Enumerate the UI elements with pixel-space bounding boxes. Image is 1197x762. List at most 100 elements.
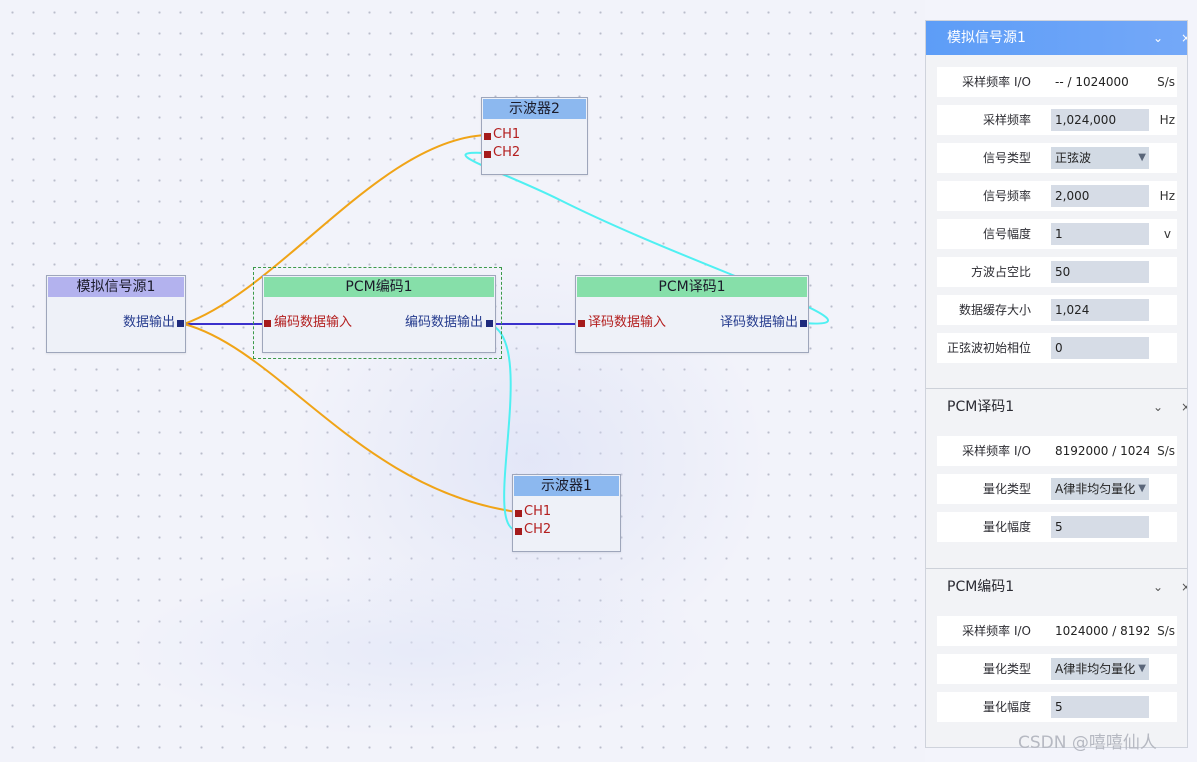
source-output-label: 数据输出 xyxy=(122,315,175,330)
section-divider xyxy=(926,568,1187,569)
sample-rate-input[interactable]: 1,024,000 xyxy=(1051,109,1149,131)
encoder-row-quant-type: 量化类型 A律非均匀量化 ▼ xyxy=(937,654,1177,684)
section-divider xyxy=(926,388,1187,389)
encoder-row-quant-amp: 量化幅度 5 xyxy=(937,692,1177,722)
scope1-ch2-port[interactable] xyxy=(515,528,522,535)
scope1-ch1-port[interactable] xyxy=(515,510,522,517)
dropdown-arrow-icon: ▼ xyxy=(1138,663,1146,674)
row-label: 采样频率 I/O xyxy=(962,624,1031,638)
source-section-header[interactable]: 模拟信号源1 ⌄ × xyxy=(926,21,1187,55)
decoder-input-port[interactable] xyxy=(578,320,585,327)
decoder-node[interactable]: PCM译码1 译码数据输入 译码数据输出 xyxy=(575,275,809,353)
signal-type-value: 正弦波 xyxy=(1055,151,1092,165)
scope1-ch1-label: CH1 xyxy=(524,504,552,519)
watermark: CSDN @嘻嘻仙人 xyxy=(1018,733,1157,753)
encoder-node[interactable]: PCM编码1 编码数据输入 编码数据输出 xyxy=(262,275,496,353)
decoder-section-title: PCM译码1 xyxy=(947,399,1015,415)
row-label: 正弦波初始相位 xyxy=(946,341,1031,355)
encoder-input-port[interactable] xyxy=(264,320,271,327)
source-row-signal-type: 信号类型 正弦波 ▼ xyxy=(937,143,1177,173)
source-row-sample-rate: 采样频率 1,024,000 Hz xyxy=(937,105,1177,135)
quantization-type-value: A律非均匀量化 xyxy=(1055,662,1136,676)
scope2-ch2-port[interactable] xyxy=(484,151,491,158)
row-label: 方波占空比 xyxy=(970,265,1031,279)
scope2-node[interactable]: 示波器2 CH1 CH2 xyxy=(481,97,588,175)
wires-layer xyxy=(183,134,830,531)
encoder-node-title: PCM编码1 xyxy=(264,277,494,297)
close-icon[interactable]: × xyxy=(1176,390,1187,424)
decoder-section-header[interactable]: PCM译码1 ⌄ × xyxy=(926,390,1187,424)
source-output-port[interactable] xyxy=(177,320,184,327)
source-node[interactable]: 模拟信号源1 数据输出 xyxy=(46,275,186,353)
dropdown-arrow-icon: ▼ xyxy=(1138,152,1146,163)
row-unit: S/s xyxy=(1157,624,1175,638)
row-unit: v xyxy=(1163,227,1171,241)
source-row-io: 采样频率 I/O -- / 1024000 S/s xyxy=(937,67,1177,97)
scope1-node-title: 示波器1 xyxy=(514,476,619,496)
dropdown-arrow-icon: ▼ xyxy=(1138,483,1146,494)
decoder-input-label: 译码数据输入 xyxy=(588,315,667,330)
close-icon[interactable]: × xyxy=(1176,570,1187,604)
encoder-row-io: 采样频率 I/O 1024000 / 81920 S/s xyxy=(937,616,1177,646)
row-unit: S/s xyxy=(1157,444,1175,458)
encoder-output-port[interactable] xyxy=(486,320,493,327)
row-value: 8192000 / 10240 xyxy=(1055,444,1149,458)
source-row-phase: 正弦波初始相位 0 xyxy=(937,333,1177,363)
close-icon[interactable]: × xyxy=(1176,21,1187,55)
row-label: 信号类型 xyxy=(982,151,1031,165)
scope2-node-title: 示波器2 xyxy=(483,99,586,119)
quantization-amplitude-input[interactable]: 5 xyxy=(1051,516,1149,538)
row-label: 采样频率 I/O xyxy=(962,444,1031,458)
decoder-output-port[interactable] xyxy=(800,320,807,327)
quantization-type-select[interactable]: A律非均匀量化 ▼ xyxy=(1051,478,1149,500)
row-label: 量化类型 xyxy=(982,662,1031,676)
row-value: 1024000 / 81920 xyxy=(1055,624,1149,638)
properties-panel: 模拟信号源1 ⌄ × 采样频率 I/O -- / 1024000 S/s 采样频… xyxy=(925,20,1188,748)
row-label: 采样频率 xyxy=(982,113,1031,127)
scope1-ch2-label: CH2 xyxy=(524,522,552,537)
graph-canvas[interactable]: 模拟信号源1 数据输出 PCM编码1 编码数据输入 编码数据输出 PCM译码1 … xyxy=(0,0,925,762)
initial-phase-input[interactable]: 0 xyxy=(1051,337,1149,359)
row-label: 量化幅度 xyxy=(982,520,1031,534)
chevron-down-icon[interactable]: ⌄ xyxy=(1148,390,1168,424)
row-label: 量化幅度 xyxy=(982,700,1031,714)
source-section-title: 模拟信号源1 xyxy=(947,30,1026,46)
decoder-row-quant-type: 量化类型 A律非均匀量化 ▼ xyxy=(937,474,1177,504)
scope2-ch1-label: CH1 xyxy=(493,127,521,142)
row-unit: Hz xyxy=(1159,189,1175,203)
chevron-down-icon[interactable]: ⌄ xyxy=(1148,21,1168,55)
row-label: 数据缓存大小 xyxy=(958,303,1031,317)
source-row-amplitude: 信号幅度 1 v xyxy=(937,219,1177,249)
source-node-title: 模拟信号源1 xyxy=(48,277,184,297)
quantization-amplitude-input[interactable]: 5 xyxy=(1051,696,1149,718)
scope2-ch1-port[interactable] xyxy=(484,133,491,140)
signal-type-select[interactable]: 正弦波 ▼ xyxy=(1051,147,1149,169)
encoder-section-header[interactable]: PCM编码1 ⌄ × xyxy=(926,570,1187,604)
decoder-row-io: 采样频率 I/O 8192000 / 10240 S/s xyxy=(937,436,1177,466)
encoder-output-label: 编码数据输出 xyxy=(404,315,483,330)
source-row-signal-freq: 信号频率 2,000 Hz xyxy=(937,181,1177,211)
row-label: 信号幅度 xyxy=(982,227,1031,241)
row-unit: Hz xyxy=(1159,113,1175,127)
quantization-type-select[interactable]: A律非均匀量化 ▼ xyxy=(1051,658,1149,680)
source-row-duty: 方波占空比 50 xyxy=(937,257,1177,287)
encoder-section-title: PCM编码1 xyxy=(947,579,1015,595)
signal-amplitude-input[interactable]: 1 xyxy=(1051,223,1149,245)
scope1-node[interactable]: 示波器1 CH1 CH2 xyxy=(512,474,621,552)
scope2-ch2-label: CH2 xyxy=(493,145,521,160)
quantization-type-value: A律非均匀量化 xyxy=(1055,482,1136,496)
row-label: 信号频率 xyxy=(982,189,1031,203)
signal-frequency-input[interactable]: 2,000 xyxy=(1051,185,1149,207)
row-label: 量化类型 xyxy=(982,482,1031,496)
row-label: 采样频率 I/O xyxy=(962,75,1031,89)
chevron-down-icon[interactable]: ⌄ xyxy=(1148,570,1168,604)
decoder-output-label: 译码数据输出 xyxy=(719,315,798,330)
duty-cycle-input[interactable]: 50 xyxy=(1051,261,1149,283)
buffer-size-input[interactable]: 1,024 xyxy=(1051,299,1149,321)
source-row-buffer: 数据缓存大小 1,024 xyxy=(937,295,1177,325)
row-value: -- / 1024000 xyxy=(1055,75,1129,89)
row-unit: S/s xyxy=(1157,75,1175,89)
decoder-node-title: PCM译码1 xyxy=(577,277,807,297)
decoder-row-quant-amp: 量化幅度 5 xyxy=(937,512,1177,542)
encoder-input-label: 编码数据输入 xyxy=(274,315,353,330)
